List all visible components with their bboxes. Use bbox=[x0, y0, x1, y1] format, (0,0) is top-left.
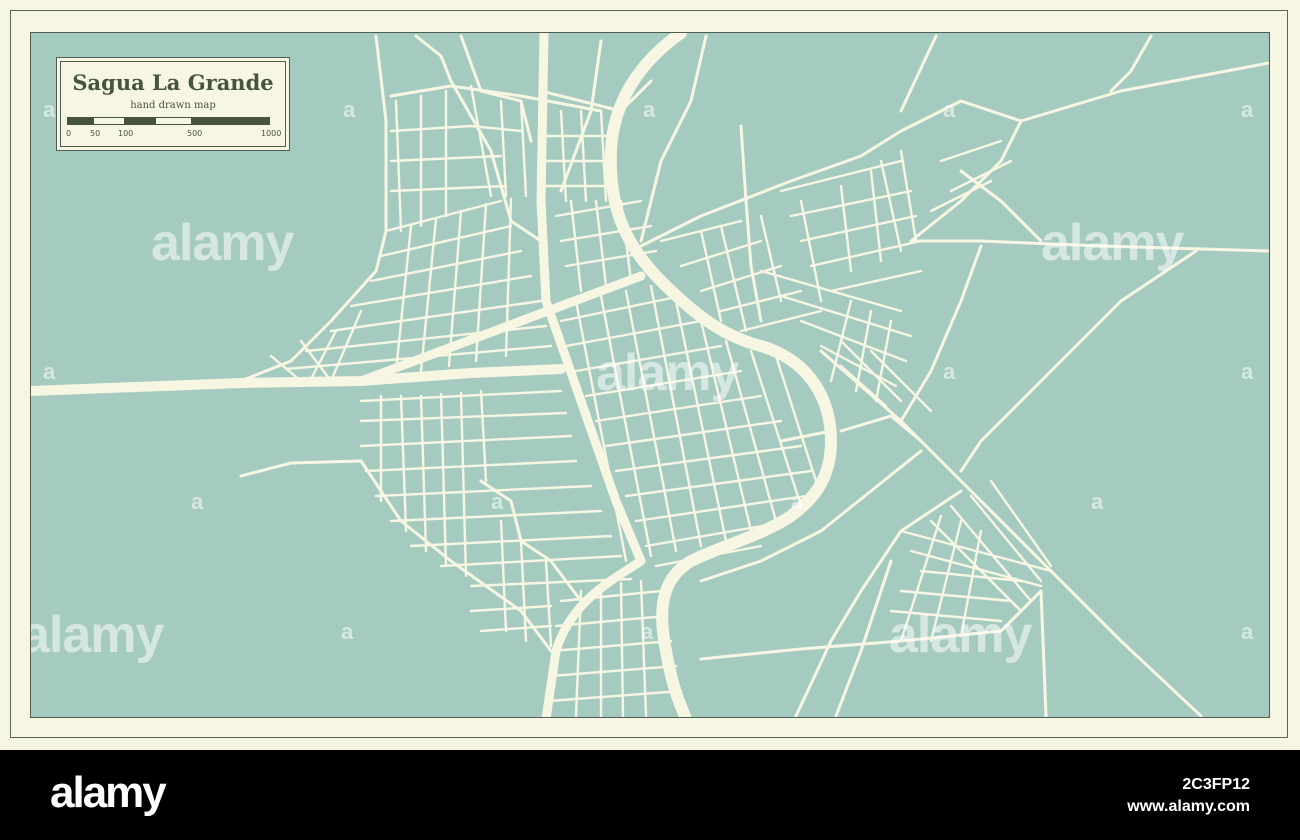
image-id: 2C3FP12 bbox=[1182, 776, 1250, 793]
watermark-letter-9: a bbox=[191, 489, 204, 514]
watermark-letter-12: a bbox=[1091, 489, 1104, 514]
scale-label-500: 500 bbox=[187, 129, 203, 138]
watermark-4: alamy bbox=[30, 606, 164, 664]
scale-segment bbox=[68, 118, 95, 124]
scale-label-100: 100 bbox=[118, 129, 134, 138]
scale-segment bbox=[124, 118, 157, 124]
watermark-letter-4: a bbox=[943, 97, 956, 122]
watermark-letter-11: a bbox=[791, 489, 804, 514]
watermark-letter-14: a bbox=[641, 619, 654, 644]
watermark-5: alamy bbox=[889, 606, 1032, 664]
watermark-letter-13: a bbox=[341, 619, 354, 644]
watermark-letter-1: a bbox=[43, 97, 56, 122]
watermark-1: alamy bbox=[151, 214, 294, 272]
map-title: Sagua La Grande bbox=[72, 70, 274, 95]
map-frame: alamy alamy alamy alamy alamy a a a a a … bbox=[0, 0, 1300, 750]
watermark-letter-3: a bbox=[643, 97, 656, 122]
footer-bar: alamy 2C3FP12 www.alamy.com bbox=[0, 750, 1300, 840]
watermark-letter-6: a bbox=[43, 359, 56, 384]
site-url: www.alamy.com bbox=[1127, 798, 1250, 815]
watermark-letter-15: a bbox=[1241, 619, 1254, 644]
watermark-3: alamy bbox=[596, 344, 739, 402]
watermark-letter-2: a bbox=[343, 97, 356, 122]
scale-label-50: 50 bbox=[90, 129, 101, 138]
scale-segment bbox=[156, 118, 191, 124]
watermark-letter-7: a bbox=[943, 359, 956, 384]
alamy-logo: alamy bbox=[50, 768, 167, 817]
map-subtitle: hand drawn map bbox=[130, 100, 216, 111]
main-road-west bbox=[31, 364, 566, 396]
watermark-letter-10: a bbox=[491, 489, 504, 514]
watermark-2: alamy bbox=[1041, 214, 1184, 272]
scale-label-1000: 1000 bbox=[261, 129, 282, 138]
scale-segment bbox=[94, 118, 125, 124]
watermark-letter-5: a bbox=[1241, 97, 1254, 122]
scale-bar bbox=[67, 117, 270, 125]
scale-segment bbox=[190, 118, 269, 124]
scale-label-0: 0 bbox=[66, 129, 72, 138]
map-legend: Sagua La Grande hand drawn map 0 50 100 … bbox=[56, 57, 290, 151]
watermark-letter-8: a bbox=[1241, 359, 1254, 384]
